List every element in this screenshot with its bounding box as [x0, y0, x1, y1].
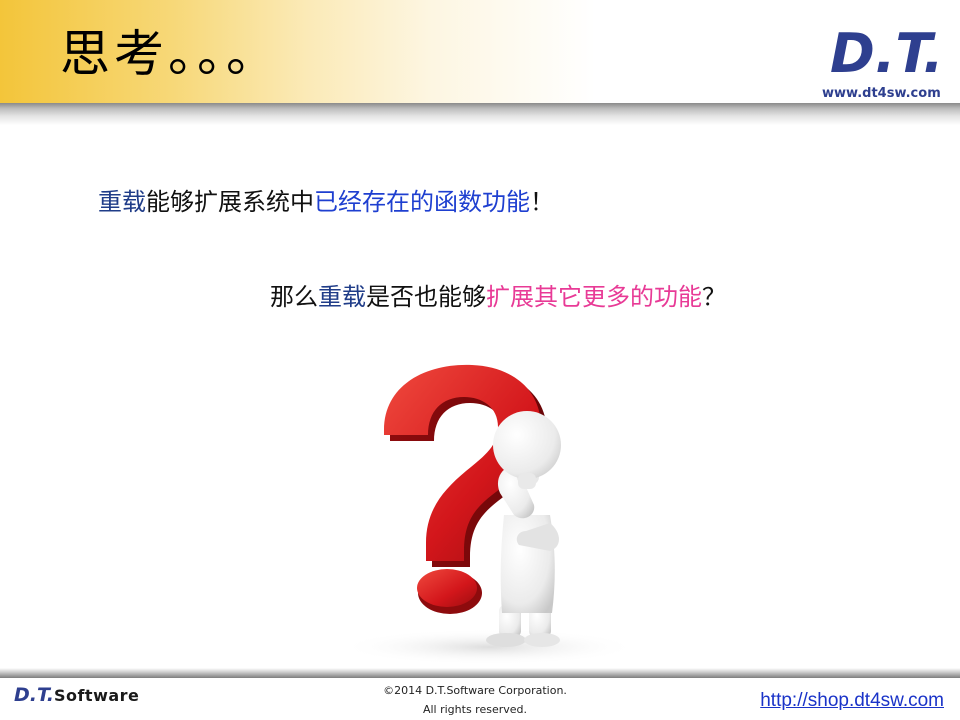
- footer-brand-suffix: Software: [53, 686, 140, 705]
- slide-title: 思考。。。: [60, 25, 280, 83]
- svg-text:D.T.: D.T.: [830, 22, 944, 80]
- footer-brand-logo: D.T.Software: [14, 684, 139, 714]
- question-text-start: 那么: [270, 283, 318, 311]
- highlight-existing-functions: 已经存在的函数功能: [314, 188, 530, 216]
- question-mark-figure-image: [339, 364, 639, 665]
- question-punct: ？: [702, 283, 726, 311]
- header-shadow: [0, 103, 960, 125]
- question-text-mid: 是否也能够: [366, 283, 486, 311]
- copyright-line-1: ©2014 D.T.Software Corporation.: [383, 684, 567, 697]
- statement-text: 能够扩展系统中: [146, 188, 314, 216]
- keyword-overload-2: 重载: [318, 283, 366, 311]
- footer-brand-prefix: D.T.: [14, 684, 54, 706]
- keyword-overload: 重载: [98, 188, 146, 216]
- shop-link[interactable]: http://shop.dt4sw.com: [760, 690, 944, 712]
- dt-logo: D.T.: [830, 22, 944, 80]
- statement-punct: ！: [530, 188, 554, 216]
- question-line: 那么重载是否也能够扩展其它更多的功能？: [270, 277, 726, 312]
- copyright-line-2: All rights reserved.: [422, 703, 528, 716]
- footer-divider: [0, 668, 960, 678]
- logo-url: www.dt4sw.com: [822, 86, 941, 101]
- statement-line: 重载能够扩展系统中已经存在的函数功能！: [98, 182, 554, 217]
- highlight-more-functions: 扩展其它更多的功能: [486, 283, 702, 311]
- copyright: ©2014 D.T.Software Corporation. All righ…: [340, 681, 610, 719]
